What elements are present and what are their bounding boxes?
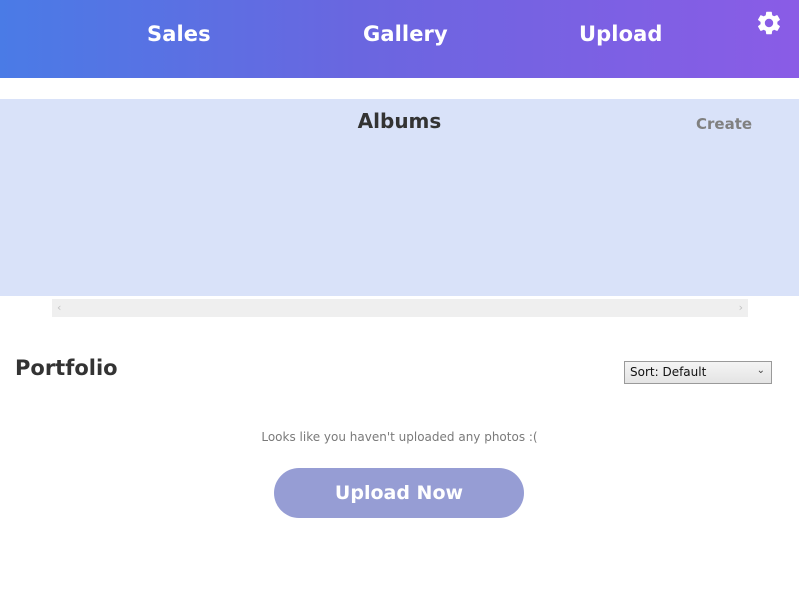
scroll-right-icon[interactable]: › <box>739 300 743 316</box>
albums-horizontal-scrollbar[interactable]: ‹ › <box>52 299 748 317</box>
nav-sales[interactable]: Sales <box>147 22 211 46</box>
upload-now-button[interactable]: Upload Now <box>274 468 524 518</box>
gear-icon[interactable] <box>755 9 783 37</box>
sort-dropdown[interactable]: Sort: Default ⌄ <box>624 361 772 384</box>
albums-panel: Albums Create <box>0 99 799 296</box>
portfolio-title: Portfolio <box>15 356 118 380</box>
scroll-left-icon[interactable]: ‹ <box>57 300 61 316</box>
nav-upload[interactable]: Upload <box>579 22 663 46</box>
nav-gallery[interactable]: Gallery <box>363 22 448 46</box>
empty-portfolio-message: Looks like you haven't uploaded any phot… <box>261 430 538 444</box>
top-nav-bar: Sales Gallery Upload <box>0 0 799 78</box>
chevron-down-icon: ⌄ <box>756 365 765 376</box>
albums-title: Albums <box>357 109 442 133</box>
create-album-button[interactable]: Create <box>696 115 752 133</box>
app-window: Sales Gallery Upload Albums Create ‹ › P… <box>0 0 802 594</box>
sort-selected-value: Sort: Default <box>630 365 707 379</box>
